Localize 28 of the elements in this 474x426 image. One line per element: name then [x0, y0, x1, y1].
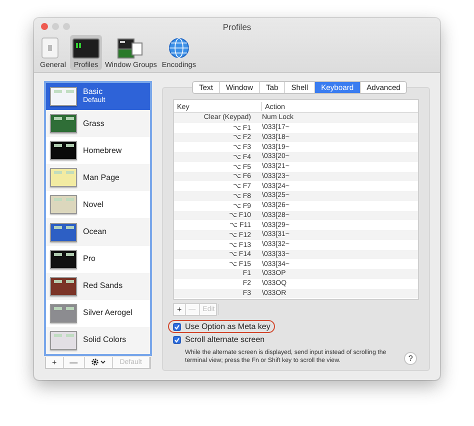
profile-name: Ocean — [83, 227, 107, 238]
profile-item[interactable]: Grass — [46, 110, 150, 138]
remove-button[interactable]: — — [64, 356, 85, 368]
profile-name: Grass — [83, 118, 104, 129]
profile-name: Pro — [83, 254, 96, 264]
profile-name: Solid Colors — [83, 335, 126, 346]
profile-item[interactable]: Man Page — [46, 164, 150, 192]
profile-name: Red Sands — [83, 281, 123, 292]
terminal-icon — [72, 37, 100, 59]
checkbox-label: Use Option as Meta key — [185, 322, 270, 331]
profile-item[interactable]: Ocean — [46, 218, 150, 246]
window-stack-icon — [116, 37, 145, 59]
add-button[interactable]: + — [174, 304, 186, 315]
profile-item[interactable]: Red Sands — [46, 272, 150, 300]
profile-item[interactable]: Solid Colors — [46, 326, 150, 354]
gear-icon — [90, 358, 106, 366]
checkbox[interactable] — [173, 336, 181, 344]
add-button[interactable]: + — [46, 356, 64, 368]
profile-name: Homebrew — [83, 146, 122, 156]
window-controls[interactable] — [41, 23, 70, 30]
checkbox[interactable] — [173, 322, 181, 330]
checkbox-label: Scroll alternate screen — [185, 335, 265, 344]
profile-name: Man Page — [83, 172, 120, 183]
profile-name: Basic — [83, 87, 104, 96]
profile-name: Novel — [83, 200, 104, 210]
window-title: Profiles — [222, 22, 252, 32]
help-button[interactable]: ? — [404, 352, 417, 366]
profile-name: Silver Aerogel — [83, 308, 132, 318]
